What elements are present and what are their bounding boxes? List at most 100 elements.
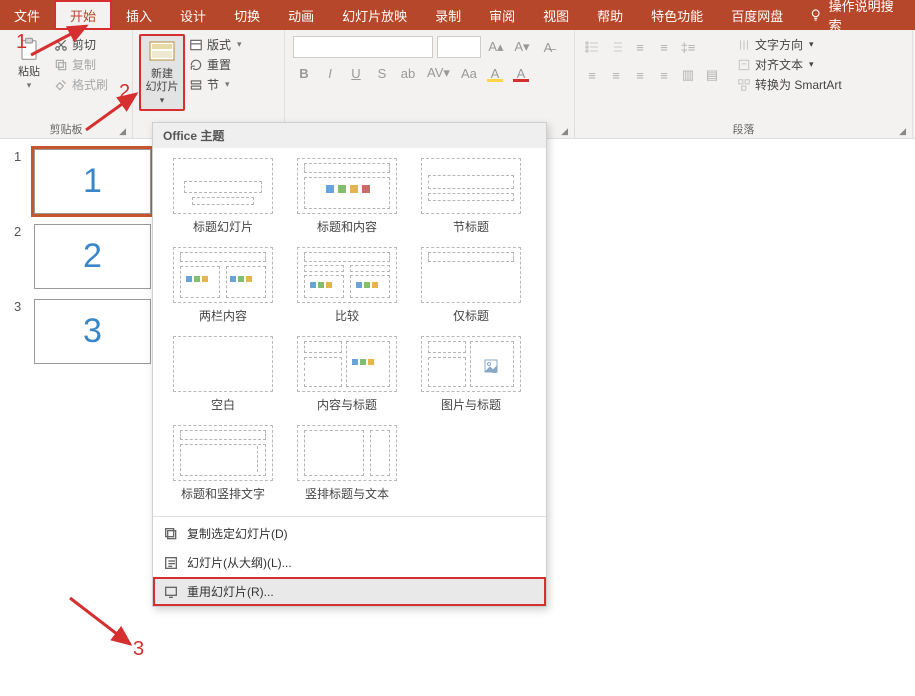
layout-section-header[interactable]: 节标题 — [409, 158, 533, 235]
ribbon-tabs: 文件 开始 插入 设计 切换 动画 幻灯片放映 录制 审阅 视图 帮助 特色功能… — [0, 0, 915, 30]
menu-reuse-slides[interactable]: 重用幻灯片(R)... — [153, 577, 546, 606]
ribbon-tab-help[interactable]: 帮助 — [583, 0, 637, 30]
change-case-button[interactable]: Aa — [458, 62, 480, 84]
bold-button[interactable]: B — [293, 62, 315, 84]
slide-thumbnail[interactable]: 3 — [34, 299, 151, 364]
content-icons-icon — [356, 282, 384, 292]
layout-picture-with-caption[interactable]: 图片与标题 — [409, 336, 533, 413]
smartart-button[interactable]: 转换为 SmartArt — [737, 76, 842, 93]
tell-me-search[interactable]: 操作说明搜索 — [797, 0, 915, 30]
annotation-2: 2 — [119, 81, 130, 104]
copy-button[interactable]: 复制 — [54, 56, 108, 73]
layout-comparison[interactable]: 比较 — [285, 247, 409, 324]
layout-title-and-content[interactable]: 标题和内容 — [285, 158, 409, 235]
layout-title-slide[interactable]: 标题幻灯片 — [161, 158, 285, 235]
brush-icon — [54, 78, 68, 92]
clear-formatting-icon[interactable]: A̶ — [537, 36, 559, 58]
thumb-index: 3 — [14, 299, 28, 314]
columns-button[interactable]: ▥ — [677, 64, 699, 86]
strike-button[interactable]: S — [371, 62, 393, 84]
layout-blank[interactable]: 空白 — [161, 336, 285, 413]
reuse-icon — [163, 584, 179, 600]
shadow-button[interactable]: ab — [397, 62, 419, 84]
bullets-button[interactable] — [581, 36, 603, 58]
font-name-combo[interactable] — [293, 36, 433, 58]
format-painter-button[interactable]: 格式刷 — [54, 76, 108, 93]
paragraph-dialog-launcher-icon[interactable]: ◢ — [899, 126, 906, 137]
layout-title-only[interactable]: 仅标题 — [409, 247, 533, 324]
section-button[interactable]: 节▾ — [189, 76, 242, 93]
paste-button[interactable]: 粘贴 ▾ — [6, 34, 52, 94]
paste-label: 粘贴 — [18, 66, 40, 79]
ribbon-tab-home[interactable]: 开始 — [54, 0, 112, 30]
new-slide-label: 新建 幻灯片 — [146, 68, 179, 94]
new-slide-gallery: Office 主题 标题幻灯片 标题和内容 节标题 两栏内容 — [152, 122, 547, 607]
increase-font-icon[interactable]: A▴ — [485, 36, 507, 58]
thumbnail-row[interactable]: 3 3 — [0, 295, 155, 370]
increase-indent-button[interactable]: ≡ — [653, 36, 675, 58]
ribbon-tab-file[interactable]: 文件 — [0, 0, 54, 30]
thumbnail-row[interactable]: 2 2 — [0, 220, 155, 295]
lightbulb-icon — [809, 8, 822, 22]
group-title-paragraph: 段落 ◢ — [581, 121, 906, 139]
new-slide-button[interactable]: 新建 幻灯片 ▾ — [139, 34, 185, 111]
numbering-button[interactable] — [605, 36, 627, 58]
line-spacing-button[interactable]: ‡≡ — [677, 36, 699, 58]
layout-button[interactable]: 版式▾ — [189, 36, 242, 53]
menu-duplicate-slides[interactable]: 复制选定幻灯片(D) — [153, 519, 546, 548]
layout-title-vertical-text[interactable]: 标题和竖排文字 — [161, 425, 285, 502]
ribbon-tab-record[interactable]: 录制 — [421, 0, 475, 30]
smartart-icon — [737, 78, 751, 92]
cut-button[interactable]: 剪切 — [54, 36, 108, 53]
font-color-button[interactable]: A — [510, 62, 532, 84]
clipboard-dialog-launcher-icon[interactable]: ◢ — [119, 126, 126, 137]
font-size-combo[interactable] — [437, 36, 481, 58]
scissors-icon — [54, 38, 68, 52]
ribbon-tab-features[interactable]: 特色功能 — [637, 0, 717, 30]
ribbon-tab-design[interactable]: 设计 — [166, 0, 220, 30]
content-icons-icon — [230, 276, 260, 286]
text-direction-button[interactable]: 文字方向▾ — [737, 36, 842, 53]
content-icons-icon — [326, 185, 370, 203]
ribbon-tab-animations[interactable]: 动画 — [274, 0, 328, 30]
layout-two-content[interactable]: 两栏内容 — [161, 247, 285, 324]
group-paragraph: ≡ ≡ ‡≡ ≡ ≡ ≡ ≡ ▥ ▤ 文字方向▾ — [575, 30, 913, 139]
gallery-header: Office 主题 — [153, 123, 546, 148]
slide-thumbnail[interactable]: 1 — [34, 149, 151, 214]
align-center-button[interactable]: ≡ — [605, 64, 627, 86]
decrease-font-icon[interactable]: A▾ — [511, 36, 533, 58]
decrease-indent-button[interactable]: ≡ — [629, 36, 651, 58]
ribbon-tab-slideshow[interactable]: 幻灯片放映 — [328, 0, 421, 30]
copy-icon — [54, 58, 68, 72]
ribbon-tab-insert[interactable]: 插入 — [112, 0, 166, 30]
outline-icon — [163, 555, 179, 571]
char-spacing-button[interactable]: AV▾ — [423, 62, 454, 84]
layout-content-with-caption[interactable]: 内容与标题 — [285, 336, 409, 413]
content-icons-icon — [352, 359, 382, 371]
ribbon-tab-baidu[interactable]: 百度网盘 — [717, 0, 797, 30]
align-right-button[interactable]: ≡ — [629, 64, 651, 86]
font-dialog-launcher-icon[interactable]: ◢ — [561, 126, 568, 137]
layout-vertical-title-text[interactable]: 竖排标题与文本 — [285, 425, 409, 502]
new-slide-icon — [148, 38, 176, 66]
thumb-index: 1 — [14, 149, 28, 164]
ribbon-tab-transitions[interactable]: 切换 — [220, 0, 274, 30]
italic-button[interactable]: I — [319, 62, 341, 84]
reset-button[interactable]: 重置 — [189, 56, 242, 73]
ribbon-tab-review[interactable]: 审阅 — [475, 0, 529, 30]
justify-button[interactable]: ≡ — [653, 64, 675, 86]
slide-thumbnail[interactable]: 2 — [34, 224, 151, 289]
underline-button[interactable]: U — [345, 62, 367, 84]
highlight-button[interactable]: A — [484, 62, 506, 84]
slide-thumbnail-pane[interactable]: 1 1 2 2 3 3 — [0, 139, 155, 696]
distribute-button[interactable]: ▤ — [701, 64, 723, 86]
thumbnail-row[interactable]: 1 1 — [0, 145, 155, 220]
menu-slides-from-outline[interactable]: 幻灯片(从大纲)(L)... — [153, 548, 546, 577]
group-title-clipboard: 剪贴板 ◢ — [6, 121, 126, 139]
align-text-button[interactable]: 对齐文本▾ — [737, 56, 842, 73]
align-left-button[interactable]: ≡ — [581, 64, 603, 86]
tell-me-label: 操作说明搜索 — [829, 0, 903, 34]
section-icon — [189, 78, 203, 92]
thumb-index: 2 — [14, 224, 28, 239]
ribbon-tab-view[interactable]: 视图 — [529, 0, 583, 30]
